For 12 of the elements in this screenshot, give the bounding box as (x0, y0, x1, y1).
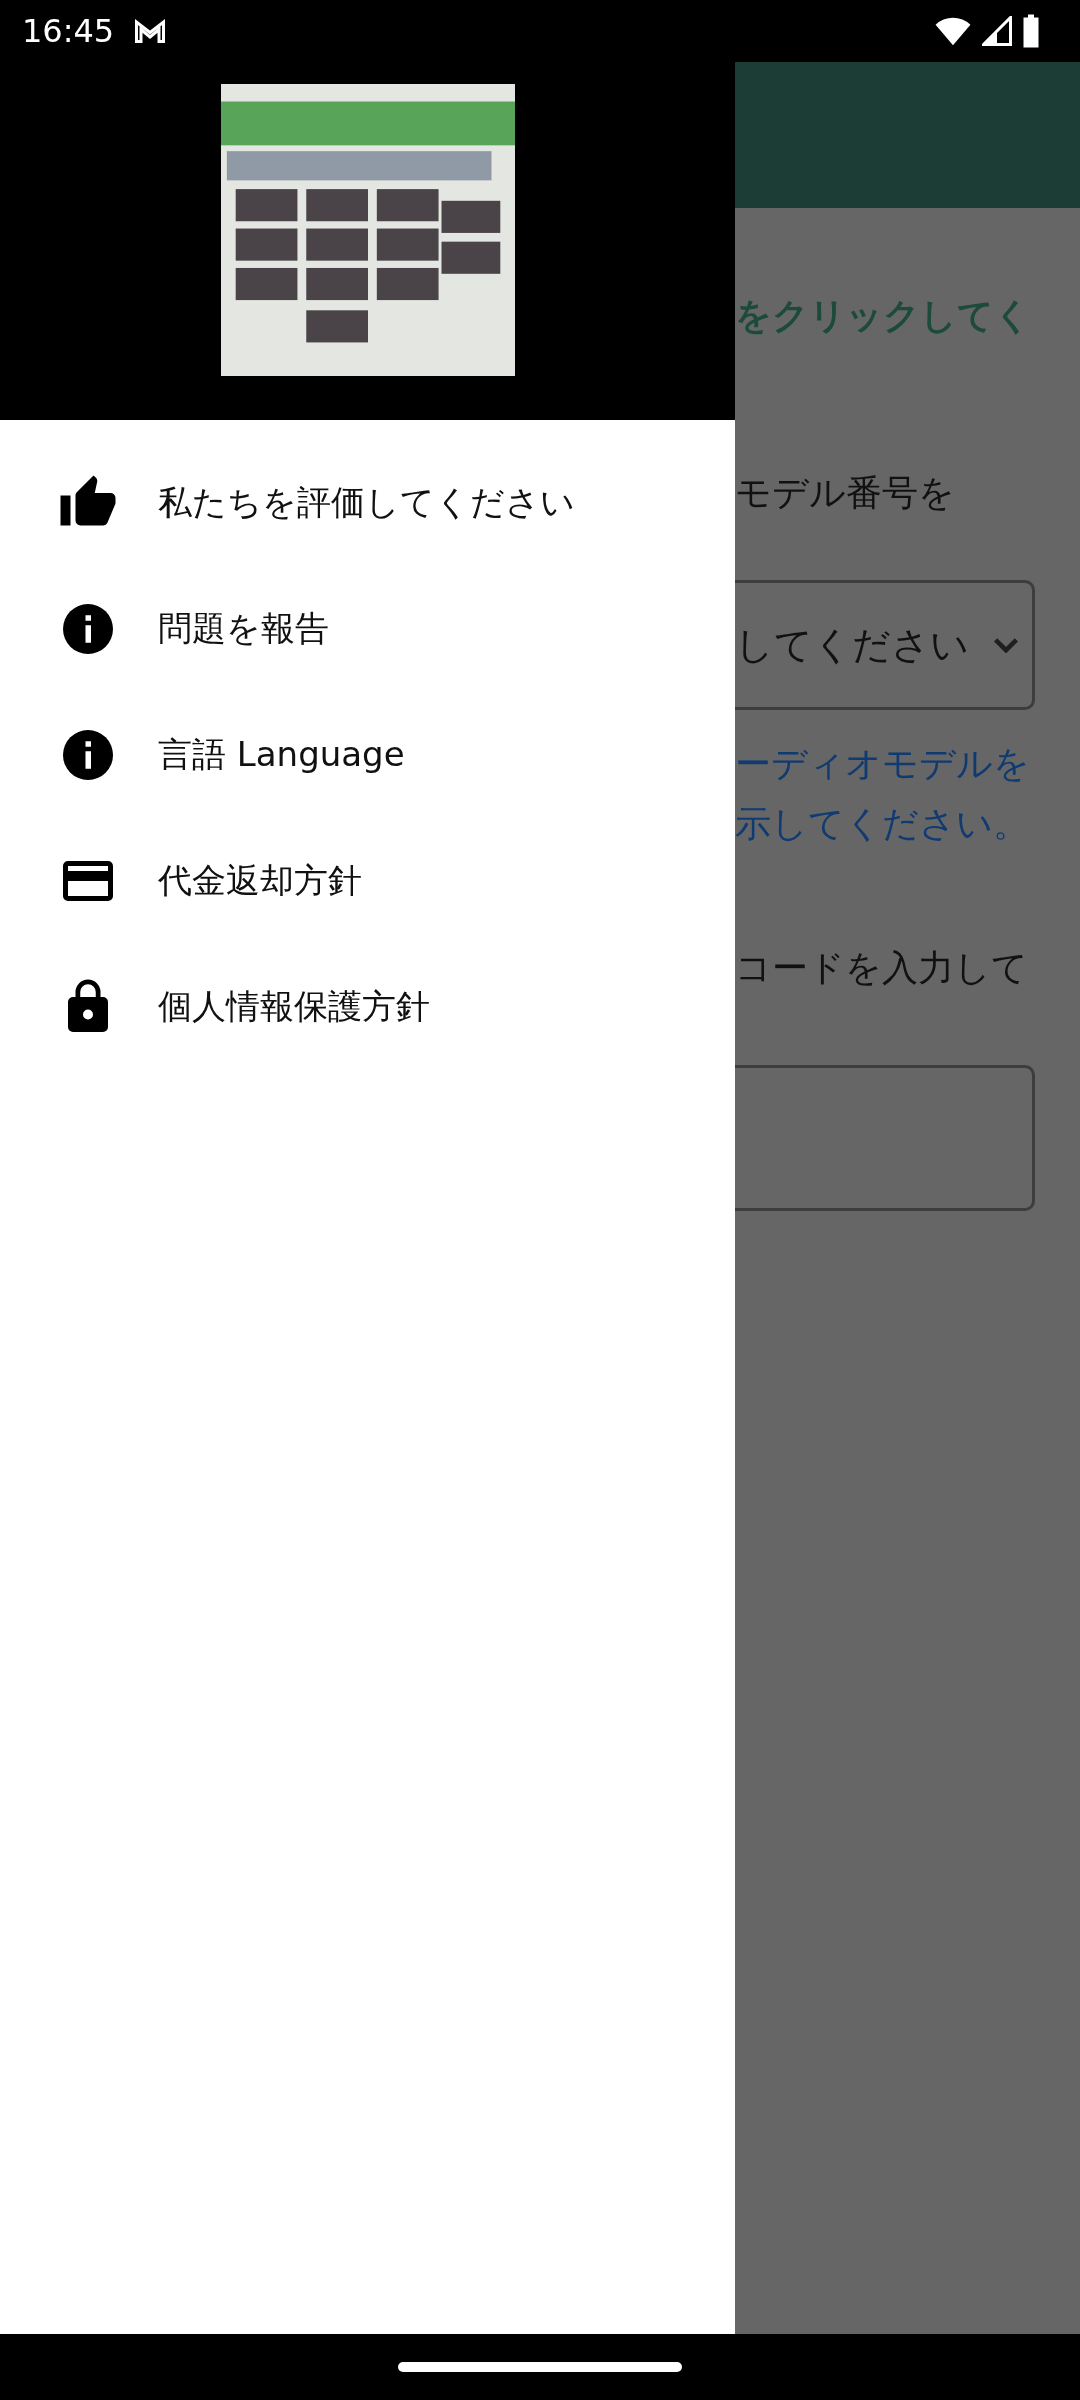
chevron-down-icon (993, 637, 1019, 653)
home-handle[interactable] (398, 2362, 682, 2372)
drawer-menu-item[interactable]: 代金返却方針 (0, 818, 735, 944)
wifi-icon (934, 15, 972, 47)
drawer-menu-item[interactable]: 私たちを評価してください (0, 440, 735, 566)
clock: 16:45 (22, 12, 115, 50)
battery-icon (1022, 14, 1040, 48)
step-text: モデル番号を (735, 471, 956, 515)
signal-icon (982, 16, 1012, 46)
step-text: コードを入力して (735, 946, 1029, 990)
drawer-menu-item[interactable]: 個人情報保護方針 (0, 944, 735, 1070)
instruction-text: をクリックしてく (735, 294, 1032, 338)
